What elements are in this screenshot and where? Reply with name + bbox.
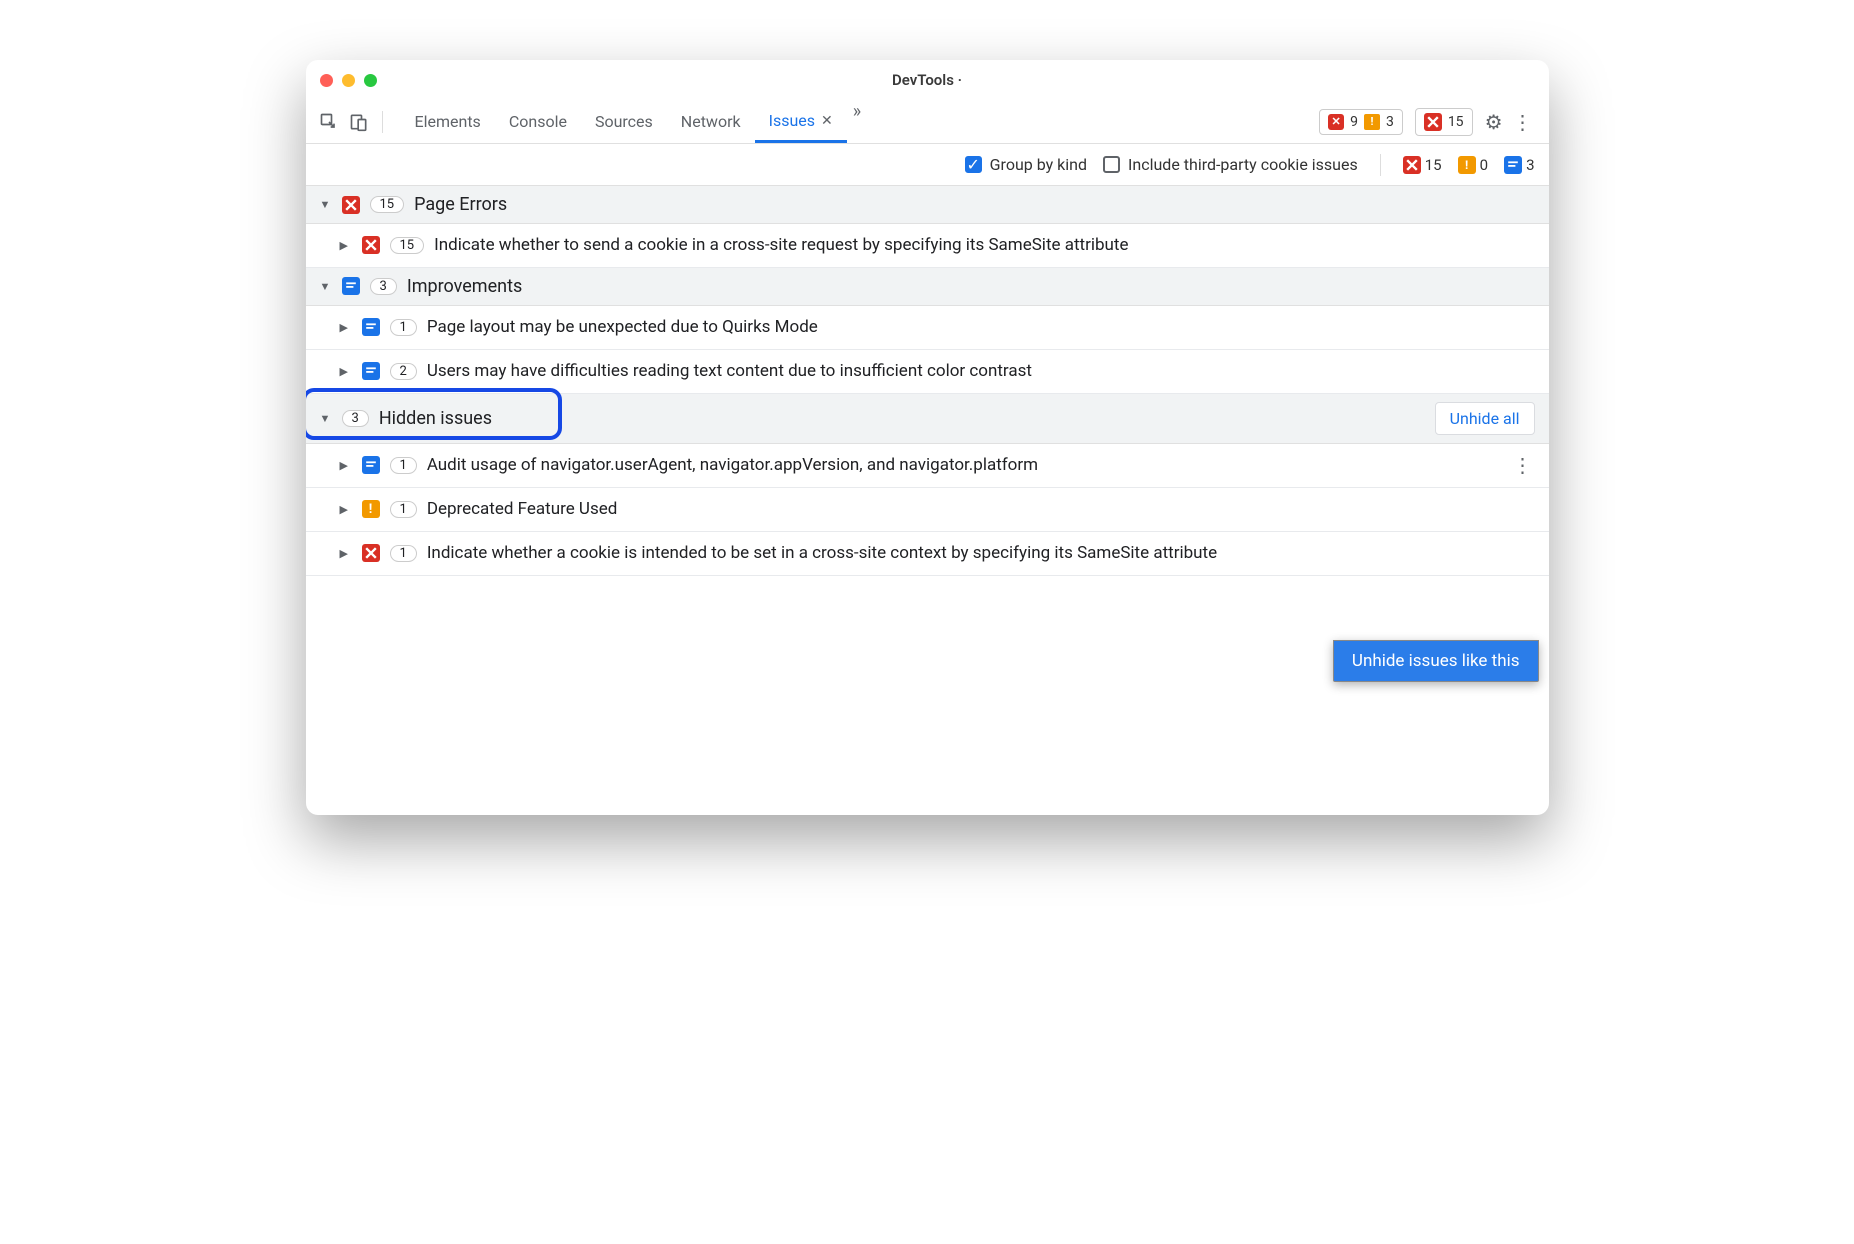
- error-icon: ✕: [1328, 114, 1344, 130]
- window-title: DevTools ·: [892, 71, 962, 89]
- expand-icon: ▼: [320, 412, 332, 425]
- warning-badge-icon: !: [1458, 156, 1476, 174]
- issue-count: 1: [390, 545, 417, 562]
- group-count: 3: [370, 278, 397, 295]
- unhide-all-button[interactable]: Unhide all: [1435, 402, 1535, 435]
- issue-text: Page layout may be unexpected due to Qui…: [427, 316, 1535, 339]
- warning-icon: !: [362, 500, 380, 518]
- minimize-window-button[interactable]: [342, 74, 355, 87]
- error-badge-icon: [1403, 156, 1421, 174]
- issue-text: Users may have difficulties reading text…: [427, 360, 1535, 383]
- issue-count: 1: [390, 457, 417, 474]
- issue-row[interactable]: ▶ 1 Page layout may be unexpected due to…: [306, 306, 1549, 350]
- info-badge-icon: [1504, 156, 1522, 174]
- maximize-window-button[interactable]: [364, 74, 377, 87]
- tab-elements[interactable]: Elements: [401, 101, 495, 142]
- issue-row[interactable]: ▶ 15 Indicate whether to send a cookie i…: [306, 224, 1549, 268]
- window-controls: [320, 74, 377, 87]
- issues-toolbar: ✓ Group by kind Include third-party cooki…: [306, 144, 1549, 186]
- third-party-label: Include third-party cookie issues: [1128, 155, 1358, 174]
- issue-count: 1: [390, 319, 417, 336]
- kebab-menu-icon[interactable]: ⋮: [1507, 110, 1539, 134]
- group-count: 15: [370, 196, 405, 213]
- summary-errors[interactable]: 15: [1403, 156, 1442, 174]
- group-by-kind-label: Group by kind: [990, 155, 1087, 174]
- tab-issues-label: Issues: [769, 111, 815, 130]
- tab-network[interactable]: Network: [667, 101, 755, 142]
- summary-info[interactable]: 3: [1504, 156, 1534, 174]
- group-count: 3: [342, 410, 369, 427]
- context-menu-item-label: Unhide issues like this: [1352, 651, 1520, 671]
- devtools-window: DevTools · Elements Console Sources Netw…: [306, 60, 1549, 815]
- issue-error-icon: [1424, 113, 1442, 131]
- issue-row[interactable]: ▶ 1 Indicate whether a cookie is intende…: [306, 532, 1549, 576]
- group-page-errors[interactable]: ▼ 15 Page Errors: [306, 186, 1549, 224]
- panel-tabs: Elements Console Sources Network Issues ✕…: [401, 101, 868, 142]
- main-tabbar: Elements Console Sources Network Issues ✕…: [306, 100, 1549, 144]
- inspect-icon[interactable]: [316, 109, 342, 135]
- warning-count: 3: [1386, 114, 1394, 130]
- info-group-icon: [342, 277, 360, 295]
- tab-console[interactable]: Console: [495, 101, 581, 142]
- console-status-pill[interactable]: ✕ 9 ! 3: [1319, 109, 1403, 135]
- error-icon: [362, 544, 380, 562]
- expand-icon: ▶: [340, 459, 352, 472]
- divider: [382, 111, 383, 133]
- expand-icon: ▶: [340, 503, 352, 516]
- context-menu-unhide[interactable]: Unhide issues like this: [1333, 640, 1539, 682]
- issue-count: 1: [390, 501, 417, 518]
- divider: [1380, 154, 1381, 176]
- group-hidden-issues[interactable]: ▼ 3 Hidden issues Unhide all: [306, 394, 1549, 444]
- issue-text: Indicate whether a cookie is intended to…: [427, 542, 1535, 565]
- error-count: 9: [1350, 114, 1358, 130]
- issues-status-pill[interactable]: 15: [1415, 108, 1473, 136]
- issue-count: 2: [390, 363, 417, 380]
- issue-row[interactable]: ▶ 1 Audit usage of navigator.userAgent, …: [306, 444, 1549, 488]
- issue-text: Indicate whether to send a cookie in a c…: [434, 234, 1534, 257]
- checkbox-unchecked-icon: [1103, 156, 1120, 173]
- group-label: Page Errors: [414, 194, 507, 215]
- tab-issues[interactable]: Issues ✕: [755, 101, 847, 143]
- device-toggle-icon[interactable]: [346, 109, 372, 135]
- error-icon: [362, 236, 380, 254]
- expand-icon: ▶: [340, 321, 352, 334]
- info-icon: [362, 318, 380, 336]
- more-tabs-icon[interactable]: »: [847, 101, 867, 142]
- tab-sources[interactable]: Sources: [581, 101, 667, 142]
- issue-text: Deprecated Feature Used: [427, 498, 1535, 521]
- group-label: Improvements: [407, 276, 522, 297]
- titlebar: DevTools ·: [306, 60, 1549, 100]
- group-by-kind-checkbox[interactable]: ✓ Group by kind: [965, 155, 1087, 174]
- issue-count: 15: [1448, 114, 1464, 130]
- close-window-button[interactable]: [320, 74, 333, 87]
- summary-warnings[interactable]: !0: [1458, 156, 1488, 174]
- expand-icon: ▶: [340, 547, 352, 560]
- close-tab-icon[interactable]: ✕: [821, 113, 833, 129]
- third-party-checkbox[interactable]: Include third-party cookie issues: [1103, 155, 1358, 174]
- expand-icon: ▼: [320, 280, 332, 293]
- info-icon: [362, 456, 380, 474]
- error-group-icon: [342, 196, 360, 214]
- issue-text: Audit usage of navigator.userAgent, navi…: [427, 454, 1535, 477]
- info-icon: [362, 362, 380, 380]
- row-kebab-icon[interactable]: ⋮: [1513, 462, 1533, 468]
- expand-icon: ▶: [340, 239, 352, 252]
- issue-count: 15: [390, 237, 425, 254]
- issue-row[interactable]: ▶ ! 1 Deprecated Feature Used: [306, 488, 1549, 532]
- warning-icon: !: [1364, 114, 1380, 130]
- settings-icon[interactable]: ⚙: [1485, 110, 1503, 134]
- expand-icon: ▼: [320, 198, 332, 211]
- group-improvements[interactable]: ▼ 3 Improvements: [306, 268, 1549, 306]
- expand-icon: ▶: [340, 365, 352, 378]
- issue-row[interactable]: ▶ 2 Users may have difficulties reading …: [306, 350, 1549, 394]
- group-label: Hidden issues: [379, 408, 492, 429]
- checkbox-checked-icon: ✓: [965, 156, 982, 173]
